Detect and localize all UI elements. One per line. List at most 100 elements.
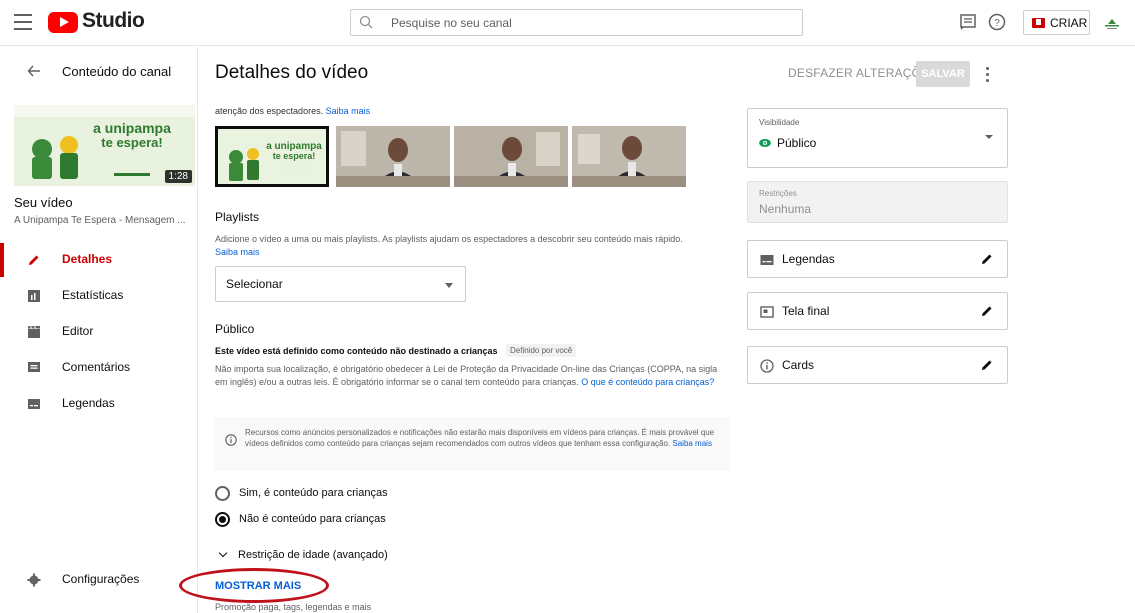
search-icon — [359, 15, 373, 29]
top-bar: Studio ? CRIAR — [0, 0, 1135, 46]
sidebar-item-label: Configurações — [62, 572, 140, 586]
end-screen-feature-card[interactable]: Tela final — [747, 292, 1008, 330]
dropdown-arrow-icon — [985, 135, 993, 139]
video-frame — [454, 126, 568, 187]
info-icon — [225, 434, 237, 446]
feedback-icon[interactable] — [958, 12, 978, 32]
playlist-select-value: Selecionar — [226, 277, 283, 291]
dropdown-arrow-icon — [445, 283, 453, 288]
thumbnail-learn-more-link[interactable]: Saiba mais — [326, 106, 371, 116]
set-by-you-badge: Definido por você — [506, 344, 577, 357]
feature-label: Legendas — [782, 252, 835, 266]
sidebar-item-editor[interactable]: Editor — [0, 315, 198, 349]
comment-icon — [28, 362, 40, 372]
thumbnail-option-auto-1[interactable] — [336, 126, 450, 187]
age-restriction-label: Restrição de idade (avançado) — [238, 549, 388, 561]
video-frame — [336, 126, 450, 187]
pencil-icon[interactable] — [980, 304, 994, 318]
info-text-body: Recursos como anúncios personalizados e … — [245, 428, 715, 448]
subtitles-icon — [760, 255, 774, 265]
visibility-value: Público — [777, 136, 817, 150]
thumbnail-line2: te espera! — [101, 135, 162, 150]
sidebar-item-analytics[interactable]: Estatísticas — [0, 279, 198, 313]
more-options-icon[interactable] — [986, 67, 990, 82]
thumbnail-line1: a unipampa — [93, 120, 171, 136]
radio-circle[interactable] — [215, 512, 230, 527]
subtitles-icon — [28, 399, 40, 409]
sidebar-item-comments[interactable]: Comentários — [0, 351, 198, 385]
video-title: A Unipampa Te Espera - Mensagem ... — [14, 215, 186, 226]
restrictions-value: Nenhuma — [759, 202, 812, 216]
visibility-caption: Visibilidade — [759, 118, 800, 127]
sidebar-item-label: Detalhes — [62, 252, 113, 266]
info-learn-more-link[interactable]: Saiba mais — [672, 439, 712, 448]
thumbnail-line2: te espera! — [273, 151, 316, 161]
video-frame — [572, 126, 686, 187]
info-box: Recursos como anúncios personalizados e … — [215, 417, 730, 471]
sidebar-item-label: Comentários — [62, 360, 131, 374]
svg-text:?: ? — [994, 18, 1000, 29]
sidebar-item-label: Estatísticas — [62, 288, 124, 302]
menu-icon[interactable] — [14, 14, 32, 30]
eye-icon — [759, 139, 771, 147]
youtube-play-icon — [48, 12, 78, 33]
highlight-circle-annotation — [179, 568, 329, 603]
sidebar-item-subtitles[interactable]: Legendas — [0, 387, 198, 421]
pencil-icon[interactable] — [980, 358, 994, 372]
sidebar-item-label: Legendas — [62, 396, 115, 410]
radio-label: Sim, é conteúdo para crianças — [239, 487, 388, 499]
channel-avatar[interactable] — [1102, 13, 1122, 33]
your-video-label: Seu vídeo — [14, 195, 73, 210]
what-is-kids-content-link[interactable]: O que é conteúdo para crianças? — [581, 377, 714, 387]
info-text: Recursos como anúncios personalizados e … — [245, 427, 725, 449]
radio-made-for-kids-yes[interactable]: Sim, é conteúdo para crianças — [215, 484, 515, 504]
playlists-description-text: Adicione o vídeo a uma ou mais playlists… — [215, 234, 683, 244]
subtitles-feature-card[interactable]: Legendas — [747, 240, 1008, 278]
thumbnail-art: a unipampa te espera! — [229, 141, 322, 181]
sidebar-item-settings[interactable]: Configurações — [0, 563, 198, 597]
playlists-learn-more-link[interactable]: Saiba mais — [215, 247, 260, 257]
chevron-down-icon — [218, 548, 228, 558]
video-thumbnail[interactable]: a unipampa te espera! 1:28 — [14, 105, 195, 186]
show-more-subtitle: Promoção paga, tags, legendas e mais — [215, 602, 372, 612]
studio-logo[interactable]: Studio — [48, 9, 148, 35]
sidebar-item-details[interactable]: Detalhes — [0, 243, 198, 277]
feature-label: Cards — [782, 358, 815, 372]
camera-icon — [1032, 18, 1045, 28]
thumbnail-option-custom[interactable]: a unipampa te espera! — [215, 126, 329, 187]
analytics-icon — [28, 290, 40, 302]
video-duration: 1:28 — [164, 170, 192, 183]
create-label: CRIAR — [1050, 16, 1088, 30]
playlists-title: Playlists — [215, 210, 260, 224]
audience-title: Público — [215, 322, 255, 336]
back-to-channel-content[interactable]: Conteúdo do canal — [0, 57, 198, 87]
sidebar: Conteúdo do canal a unipampa te espera! … — [0, 47, 198, 613]
thumbnail-notice-text: atenção dos espectadores. — [215, 106, 324, 116]
arrow-back-icon — [27, 65, 40, 77]
app-name: Studio — [82, 9, 145, 32]
thumbnail-option-auto-2[interactable] — [454, 126, 568, 187]
info-icon — [760, 359, 774, 373]
coppa-description: Não importa sua localização, é obrigatór… — [215, 363, 730, 389]
sidebar-item-label: Editor — [62, 324, 94, 338]
playlist-select[interactable]: Selecionar — [215, 266, 466, 302]
pencil-icon — [29, 255, 39, 265]
radio-made-for-kids-no[interactable]: Não é conteúdo para crianças — [215, 510, 515, 530]
pencil-icon[interactable] — [980, 252, 994, 266]
create-button[interactable]: CRIAR — [1023, 10, 1090, 35]
age-restriction-toggle[interactable]: Restrição de idade (avançado) — [215, 547, 515, 565]
visibility-select[interactable]: Visibilidade Público — [747, 108, 1008, 168]
radio-circle[interactable] — [215, 486, 230, 501]
help-icon[interactable]: ? — [987, 12, 1007, 32]
clapperboard-icon — [28, 325, 40, 338]
cards-feature-card[interactable]: Cards — [747, 346, 1008, 384]
feature-label: Tela final — [782, 304, 830, 318]
back-label: Conteúdo do canal — [62, 64, 172, 79]
restrictions-field: Restrições Nenhuma — [747, 181, 1008, 223]
search-input[interactable] — [391, 13, 791, 32]
thumbnail-option-auto-3[interactable] — [572, 126, 686, 187]
save-button[interactable]: SALVAR — [916, 61, 970, 87]
gear-icon — [27, 573, 41, 587]
search-box[interactable] — [350, 9, 803, 36]
end-screen-icon — [760, 306, 774, 318]
